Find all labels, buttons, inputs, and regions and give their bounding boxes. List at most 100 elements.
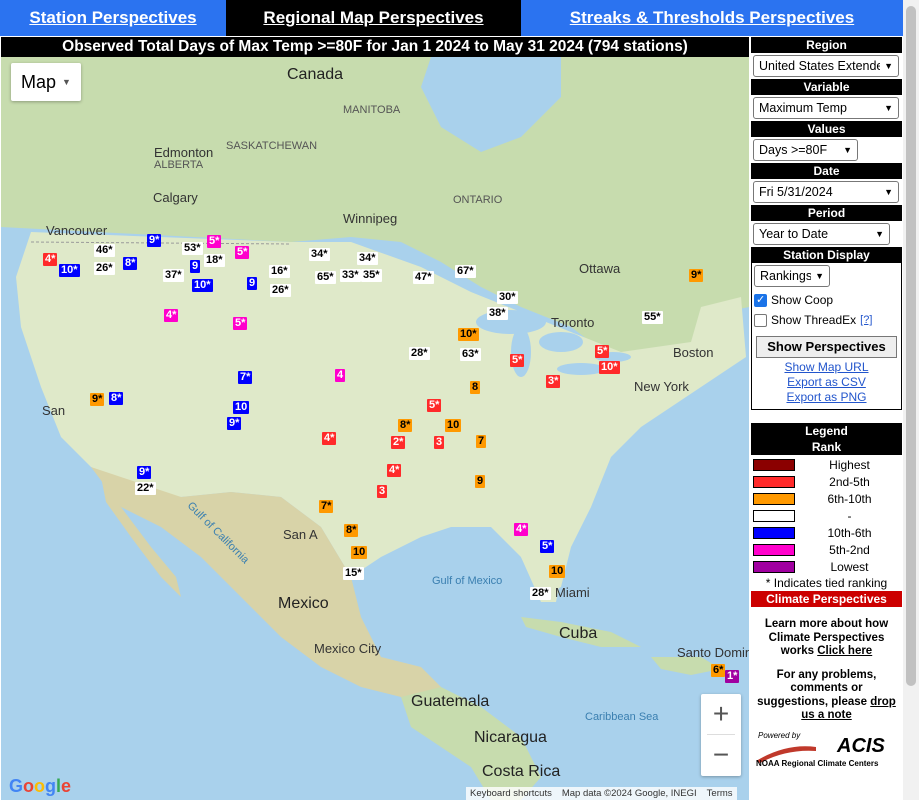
station-marker[interactable]: 10* <box>192 279 213 292</box>
station-marker[interactable]: 37* <box>163 269 184 282</box>
station-marker[interactable]: 4 <box>335 369 346 382</box>
station-marker[interactable]: 9* <box>137 466 152 479</box>
station-marker[interactable]: 10 <box>233 401 250 414</box>
rank-header: Rank <box>751 439 902 455</box>
show-perspectives-button[interactable]: Show Perspectives <box>756 336 897 358</box>
station-marker[interactable]: 9* <box>90 393 105 406</box>
show-threadex-option[interactable]: Show ThreadEx [?] <box>754 310 899 330</box>
station-marker[interactable]: 30* <box>497 291 518 304</box>
station-marker[interactable]: 9* <box>689 269 704 282</box>
station-marker[interactable]: 53* <box>182 242 203 255</box>
station-marker[interactable]: 2* <box>391 436 406 449</box>
station-marker[interactable]: 47* <box>413 271 434 284</box>
station-marker[interactable]: 3* <box>546 375 561 388</box>
show-threadex-checkbox[interactable] <box>754 313 767 327</box>
station-marker[interactable]: 10* <box>59 264 80 277</box>
station-marker[interactable]: 46* <box>94 244 115 257</box>
station-marker[interactable]: 5* <box>595 345 610 358</box>
tab-station-perspectives[interactable]: Station Perspectives <box>0 0 226 36</box>
station-marker[interactable]: 22* <box>135 482 156 495</box>
station-marker[interactable]: 5* <box>233 317 248 330</box>
cp-click-here-link[interactable]: Click here <box>817 645 872 657</box>
station-marker[interactable]: 3 <box>434 436 445 449</box>
scrollbar-thumb[interactable] <box>906 6 916 686</box>
zoom-out-button[interactable]: − <box>701 735 741 775</box>
station-marker[interactable]: 15* <box>343 567 364 580</box>
page-scrollbar[interactable] <box>903 0 919 800</box>
map-canvas[interactable]: Canada MANITOBA SASKATCHEWAN ALBERTA ONT… <box>1 57 749 800</box>
station-marker[interactable]: 7* <box>238 371 253 384</box>
station-marker[interactable]: 28* <box>409 347 430 360</box>
station-marker[interactable]: 5* <box>207 235 222 248</box>
station-marker[interactable]: 35* <box>361 269 382 282</box>
period-select[interactable]: Year to Date ▼ <box>753 223 890 245</box>
label-manitoba: MANITOBA <box>343 104 401 116</box>
station-marker[interactable]: 8* <box>398 419 413 432</box>
station-marker[interactable]: 67* <box>455 265 476 278</box>
station-marker[interactable]: 10 <box>351 546 368 559</box>
show-coop-option[interactable]: Show Coop <box>754 290 899 310</box>
station-marker[interactable]: 4* <box>514 523 529 536</box>
legend-label: - <box>847 508 852 523</box>
label-guatemala: Guatemala <box>411 693 490 710</box>
tab-streaks-thresholds[interactable]: Streaks & Thresholds Perspectives <box>521 0 903 36</box>
threadex-help-link[interactable]: [?] <box>860 314 872 326</box>
export-csv-link[interactable]: Export as CSV <box>754 375 899 390</box>
station-marker[interactable]: 6* <box>711 664 726 677</box>
station-marker[interactable]: 7* <box>319 500 334 513</box>
station-marker[interactable]: 34* <box>357 252 378 265</box>
station-marker[interactable]: 8* <box>109 392 124 405</box>
station-marker[interactable]: 55* <box>642 311 663 324</box>
zoom-in-button[interactable]: + <box>701 694 741 734</box>
station-marker[interactable]: 5* <box>510 354 525 367</box>
station-marker[interactable]: 4* <box>43 253 58 266</box>
label-toronto: Toronto <box>551 315 595 330</box>
show-coop-checkbox[interactable] <box>754 293 767 307</box>
station-marker[interactable]: 9 <box>190 260 201 273</box>
export-png-link[interactable]: Export as PNG <box>754 390 899 405</box>
station-marker[interactable]: 8 <box>470 381 481 394</box>
keyboard-shortcuts-link[interactable]: Keyboard shortcuts <box>470 787 552 800</box>
show-threadex-label: Show ThreadEx <box>771 313 857 327</box>
date-select[interactable]: Fri 5/31/2024 ▼ <box>753 181 899 203</box>
station-marker[interactable]: 28* <box>530 587 551 600</box>
map-attribution: Keyboard shortcuts Map data ©2024 Google… <box>466 787 737 800</box>
station-marker[interactable]: 33* <box>340 269 361 282</box>
station-marker[interactable]: 16* <box>269 265 290 278</box>
station-marker[interactable]: 10* <box>599 361 620 374</box>
station-marker[interactable]: 9* <box>147 234 162 247</box>
map-background <box>1 57 749 800</box>
station-marker[interactable]: 9 <box>475 475 486 488</box>
station-marker[interactable]: 5* <box>235 246 250 259</box>
station-marker[interactable]: 10 <box>549 565 566 578</box>
station-marker[interactable]: 65* <box>315 271 336 284</box>
station-marker[interactable]: 38* <box>487 307 508 320</box>
station-marker[interactable]: 10 <box>445 419 462 432</box>
station-marker[interactable]: 1* <box>725 670 740 683</box>
terms-link[interactable]: Terms <box>707 787 733 800</box>
station-marker[interactable]: 4* <box>164 309 179 322</box>
station-marker[interactable]: 8* <box>344 524 359 537</box>
station-marker[interactable]: 63* <box>460 348 481 361</box>
station-marker[interactable]: 4* <box>387 464 402 477</box>
variable-select[interactable]: Maximum Temp ▼ <box>753 97 899 119</box>
station-marker[interactable]: 9* <box>227 417 242 430</box>
values-select[interactable]: Days >=80F ▼ <box>753 139 858 161</box>
station-marker[interactable]: 26* <box>94 262 115 275</box>
map-type-button[interactable]: Map ▼ <box>11 63 81 101</box>
station-marker[interactable]: 3 <box>377 485 388 498</box>
tab-regional-map-perspectives[interactable]: Regional Map Perspectives <box>226 0 521 36</box>
station-display-select[interactable]: Rankings ▼ <box>754 265 830 287</box>
station-marker[interactable]: 18* <box>204 254 225 267</box>
station-marker[interactable]: 4* <box>322 432 337 445</box>
region-select[interactable]: United States Extended ▼ <box>753 55 899 77</box>
station-marker[interactable]: 26* <box>270 284 291 297</box>
station-marker[interactable]: 5* <box>540 540 555 553</box>
station-marker[interactable]: 8* <box>123 257 138 270</box>
station-marker[interactable]: 10* <box>458 328 479 341</box>
station-marker[interactable]: 7 <box>476 435 487 448</box>
show-map-url-link[interactable]: Show Map URL <box>754 360 899 375</box>
station-marker[interactable]: 5* <box>427 399 442 412</box>
station-marker[interactable]: 9 <box>247 277 258 290</box>
station-marker[interactable]: 34* <box>309 248 330 261</box>
